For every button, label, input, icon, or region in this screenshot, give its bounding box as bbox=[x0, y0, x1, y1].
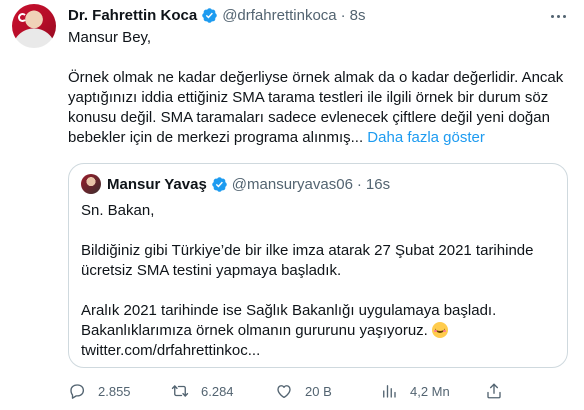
like-button[interactable]: 20 B bbox=[275, 378, 332, 404]
retweet-count: 6.284 bbox=[201, 383, 234, 399]
tweet-actions: 2.855 6.284 20 B 4,2 Mn bbox=[68, 378, 568, 404]
tweet-time[interactable]: 8s bbox=[350, 7, 366, 24]
share-button[interactable] bbox=[485, 378, 503, 404]
views-button[interactable]: 4,2 Mn bbox=[380, 378, 450, 404]
views-count: 4,2 Mn bbox=[410, 383, 450, 399]
quoted-tweet[interactable]: Mansur Yavaş @mansuryavas06 · 16s Sn. Ba… bbox=[68, 163, 568, 368]
quoted-author-handle[interactable]: @mansuryavas06 bbox=[232, 176, 353, 193]
share-icon bbox=[487, 383, 501, 399]
retweet-icon bbox=[171, 385, 189, 397]
reply-count: 2.855 bbox=[98, 383, 131, 399]
author-avatar[interactable] bbox=[12, 4, 56, 48]
tweet-header: Dr. Fahrettin Koca @drfahrettinkoca · 8s bbox=[68, 5, 366, 25]
views-icon bbox=[383, 385, 396, 398]
reply-icon bbox=[70, 384, 85, 399]
verified-badge-icon bbox=[201, 7, 218, 24]
quoted-author-avatar[interactable] bbox=[81, 174, 101, 194]
smiling-face-emoji bbox=[432, 322, 449, 338]
separator-dot: · bbox=[340, 6, 346, 24]
quoted-link[interactable]: twitter.com/drfahrettinkoc... bbox=[81, 341, 557, 361]
quoted-tweet-time[interactable]: 16s bbox=[366, 176, 390, 193]
quoted-tweet-header: Mansur Yavaş @mansuryavas06 · 16s bbox=[107, 174, 390, 194]
quoted-paragraph-1: Bildiğiniz gibi Türkiye’de bir ilke imza… bbox=[81, 242, 534, 279]
quoted-salutation: Sn. Bakan, bbox=[81, 202, 155, 219]
separator-dot: · bbox=[356, 175, 362, 193]
author-handle[interactable]: @drfahrettinkoca bbox=[222, 7, 336, 24]
retweet-button[interactable]: 6.284 bbox=[171, 378, 234, 404]
author-name[interactable]: Dr. Fahrettin Koca bbox=[68, 7, 197, 24]
tweet-text: Mansur Bey, Örnek olmak ne kadar değerli… bbox=[68, 28, 568, 148]
tweet-body: Örnek olmak ne kadar değerliyse örnek al… bbox=[68, 69, 564, 146]
tweet-card[interactable]: Dr. Fahrettin Koca @drfahrettinkoca · 8s… bbox=[0, 0, 584, 410]
show-more-link[interactable]: Daha fazla göster bbox=[367, 129, 485, 146]
like-icon bbox=[277, 385, 291, 399]
more-icon[interactable] bbox=[548, 6, 568, 26]
quoted-tweet-text: Sn. Bakan, Bildiğiniz gibi Türkiye’de bi… bbox=[81, 201, 557, 361]
quoted-author-name[interactable]: Mansur Yavaş bbox=[107, 176, 207, 193]
reply-button[interactable]: 2.855 bbox=[68, 378, 131, 404]
tweet-greeting: Mansur Bey, bbox=[68, 29, 152, 46]
like-count: 20 B bbox=[305, 383, 332, 399]
verified-badge-icon bbox=[211, 176, 228, 193]
